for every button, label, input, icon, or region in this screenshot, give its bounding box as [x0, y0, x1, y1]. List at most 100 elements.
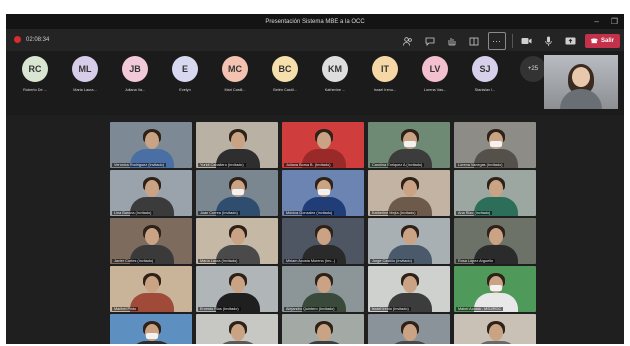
participant-video-tile[interactable]: Roberto De La Cruz (Invitado) — [368, 314, 450, 344]
leave-label: Salir — [600, 38, 614, 44]
meeting-timer: 02:08:34 — [26, 36, 50, 43]
participant-video-tile[interactable]: Alejandro Quintero (Invitado) — [282, 266, 364, 312]
self-body — [560, 89, 602, 109]
recording-indicator: 02:08:34 — [14, 36, 49, 43]
participant-video-tile[interactable]: Natalia Ramirez (Invitado) — [196, 314, 278, 344]
participant-avatar-strip: RC Roberto De ... ML Maria Laura... JB Julian… — [6, 51, 624, 115]
participant-video-tile[interactable]: Ana Rizo (Invitado) — [454, 170, 536, 216]
participant-video-tile[interactable]: Paula Gomez (Invitado) — [454, 314, 536, 344]
participant-video-tile[interactable]: Juan Correa (Invitado) — [196, 170, 278, 216]
participant-face — [145, 228, 159, 245]
participant-avatar[interactable]: ML Maria Laura... — [64, 56, 106, 92]
participant-video-tile[interactable]: Andrés (Invitado) — [110, 314, 192, 344]
avatar-name: Juliana Va... — [124, 88, 146, 92]
participant-name-label: Veronica Rodriguez (Invitado) — [112, 163, 167, 167]
participant-face — [317, 324, 331, 341]
participant-video-tile[interactable]: Katherine Mejía (Invitado) — [368, 170, 450, 216]
toolbar-controls: ··· ☎ Salir — [400, 32, 620, 50]
participant-face — [489, 324, 503, 341]
participant-video-tile[interactable]: Juliana Borsa B. (Invitado) — [282, 122, 364, 168]
avatar-name: Maria Laura... — [73, 88, 97, 92]
participant-name-label: Juan Correa (Invitado) — [198, 211, 240, 215]
participant-name-label: Juliana Borsa B. (Invitado) — [284, 163, 333, 167]
participant-face — [231, 132, 245, 149]
participant-video-tile[interactable]: Maribel Pinto — [110, 266, 192, 312]
participant-name-label: Israel Irenio (Invitado) — [370, 307, 411, 311]
avatar-initials: SJ — [472, 56, 498, 82]
participant-avatar[interactable]: MC Mari Castil... — [214, 56, 256, 92]
participant-video-tile[interactable]: María Laura (Invitado) — [196, 218, 278, 264]
participant-avatar[interactable]: RC Roberto De ... — [14, 56, 56, 92]
participant-face — [145, 276, 159, 293]
participant-face — [231, 324, 245, 341]
participant-name-label: Mónica Gonzalez (Invitado) — [284, 211, 335, 215]
participant-name-label: Mabel Acosta - MSJ/ROC — [456, 307, 504, 311]
participant-name-label: Miriam Acosta Moreno (Inv...) — [284, 259, 338, 263]
participant-video-tile[interactable]: Lorena Vanegas (Invitado) — [454, 122, 536, 168]
participant-avatar[interactable]: IT Israel Irenu... — [364, 56, 406, 92]
participant-avatar[interactable]: JB Juliana Va... — [114, 56, 156, 92]
participant-video-tile[interactable]: Mabel Acosta - MSJ/ROC — [454, 266, 536, 312]
participant-avatar[interactable]: E Evelyn — [164, 56, 206, 92]
participant-video-tile[interactable]: Carolina Enriquez A (Invitado) — [368, 122, 450, 168]
avatar-initials: IT — [372, 56, 398, 82]
participant-video-tile[interactable]: Veronica Rodriguez (Invitado) — [110, 122, 192, 168]
participant-face — [489, 180, 503, 197]
avatar-initials: LV — [422, 56, 448, 82]
microphone-icon[interactable] — [541, 33, 557, 49]
camera-icon[interactable] — [519, 33, 535, 49]
avatar-name: Belén Castil... — [273, 88, 297, 92]
participant-video-tile[interactable]: Rosa López Arguello — [454, 218, 536, 264]
participant-video-tile[interactable]: Mónica Gonzalez (Invitado) — [282, 170, 364, 216]
avatar-name: Israel Irenu... — [373, 88, 397, 92]
participant-avatar[interactable]: SJ Stanislav I... — [464, 56, 506, 92]
participants-icon[interactable] — [400, 33, 416, 49]
participant-video-tile[interactable]: Miriam Acosta Moreno (Inv...) — [282, 218, 364, 264]
participant-video-tile[interactable]: Ernesto Rios (Invitado) — [196, 266, 278, 312]
avatar-name: Evelyn — [179, 88, 191, 92]
participant-video-tile[interactable]: Javier Cortes (Invitado) — [110, 218, 192, 264]
participant-video-tile[interactable]: Jorge Castillo (Invitado) — [368, 218, 450, 264]
face-mask — [318, 189, 330, 195]
more-actions-icon[interactable]: ··· — [487, 32, 506, 50]
participant-video-tile[interactable]: Israel Irenio (Invitado) — [368, 266, 450, 312]
avatar-name: Mari Castil... — [224, 88, 246, 92]
participant-face — [231, 276, 245, 293]
participant-avatar[interactable]: LV Lorena Vas... — [414, 56, 456, 92]
breakout-rooms-icon[interactable] — [466, 33, 482, 49]
participant-video-tile[interactable]: Luis Acosta (Invitado) — [282, 314, 364, 344]
phone-hangup-icon: ☎ — [590, 38, 598, 45]
avatar-name: Stanislav I... — [474, 88, 496, 92]
participant-name-label: Yuridi Caballero (Invitado) — [198, 163, 246, 167]
video-gallery-grid: Veronica Rodriguez (Invitado) Yuridi Caba… — [110, 122, 536, 344]
avatar-initials: ML — [72, 56, 98, 82]
avatar-initials: BC — [272, 56, 298, 82]
leave-button[interactable]: ☎ Salir — [584, 34, 620, 48]
raise-hand-icon[interactable] — [444, 33, 460, 49]
participant-name-label: María Laura (Invitado) — [198, 259, 240, 263]
participant-name-label: Lorena Vanegas (Invitado) — [456, 163, 505, 167]
participant-avatar[interactable]: KM Katherine ... — [314, 56, 356, 92]
participant-video-tile[interactable]: Yuridi Caballero (Invitado) — [196, 122, 278, 168]
more-participants-button[interactable]: +25 — [520, 56, 546, 82]
face-mask — [404, 141, 416, 147]
participant-face — [231, 228, 245, 245]
participant-face — [317, 132, 331, 149]
participant-name-label: Rosa López Arguello — [456, 259, 496, 263]
participant-video-tile[interactable]: Lina Barona (Invitado) — [110, 170, 192, 216]
avatar-name: Roberto De ... — [23, 88, 47, 92]
participant-name-label: Jorge Castillo (Invitado) — [370, 259, 414, 263]
face-mask — [146, 333, 158, 339]
face-mask — [490, 285, 502, 291]
minimize-icon[interactable]: – — [594, 17, 598, 26]
participant-face — [317, 228, 331, 245]
face-mask — [232, 189, 244, 195]
participant-avatar[interactable]: BC Belén Castil... — [264, 56, 306, 92]
participant-name-label: Lina Barona (Invitado) — [112, 211, 154, 215]
share-screen-icon[interactable] — [563, 33, 579, 49]
participant-name-label: Ernesto Rios (Invitado) — [198, 307, 241, 311]
self-face — [572, 67, 590, 87]
participant-face — [317, 276, 331, 293]
chat-icon[interactable] — [422, 33, 438, 49]
maximize-icon[interactable]: ❐ — [611, 17, 618, 26]
